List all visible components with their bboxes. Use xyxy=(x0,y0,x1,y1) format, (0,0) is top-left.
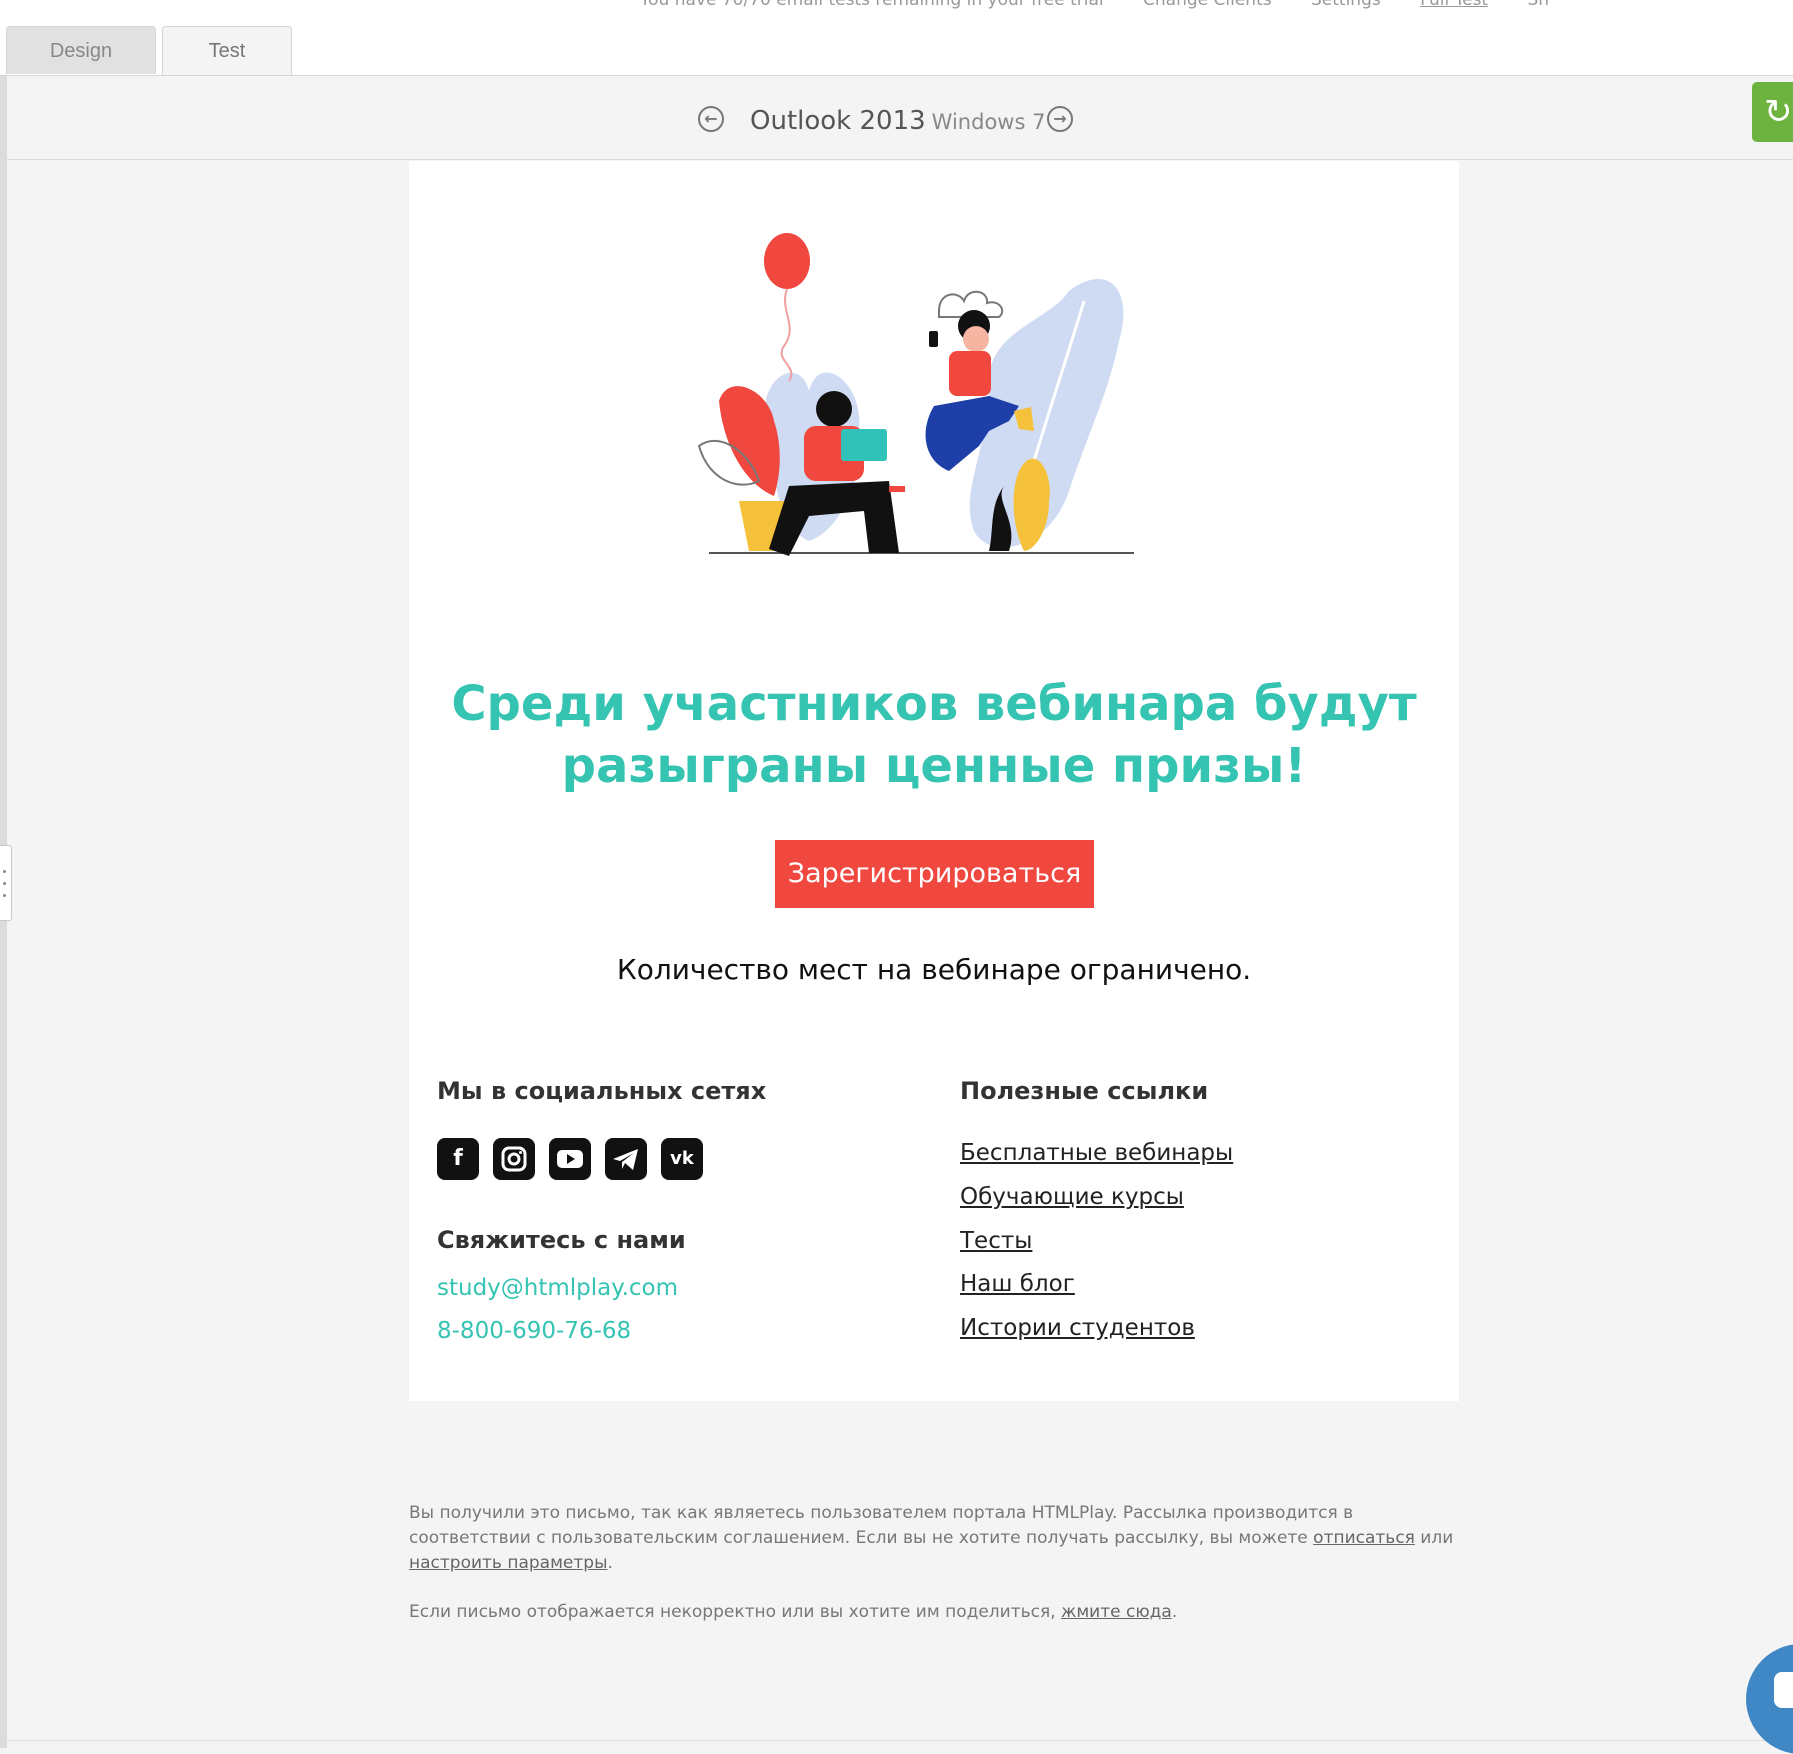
change-clients-link[interactable]: Change Clients xyxy=(1143,0,1272,10)
next-client-arrow-icon[interactable]: → xyxy=(1047,106,1073,132)
hero-illustration xyxy=(697,233,1134,556)
refresh-icon: ↻ xyxy=(1764,92,1793,132)
chat-icon xyxy=(1774,1672,1793,1708)
contact-heading: Свяжитесь с нами xyxy=(437,1226,686,1254)
tests-remaining-text: You have 70/70 email tests remaining in … xyxy=(640,0,1104,10)
register-button[interactable]: Зарегистрироваться xyxy=(775,840,1094,908)
contact-email-link[interactable]: study@htmlplay.com xyxy=(437,1275,678,1301)
divider-bottom xyxy=(7,1740,1793,1741)
facebook-icon[interactable]: f xyxy=(437,1138,479,1180)
links-heading: Полезные ссылки xyxy=(960,1077,1209,1105)
social-heading: Мы в социальных сетях xyxy=(437,1077,767,1105)
link-free-webinars[interactable]: Бесплатные вебинары xyxy=(960,1140,1233,1166)
tab-test[interactable]: Test xyxy=(162,26,292,76)
tab-design[interactable]: Design xyxy=(6,26,156,74)
contact-phone-link[interactable]: 8-800-690-76-68 xyxy=(437,1318,631,1344)
top-strip: You have 70/70 email tests remaining in … xyxy=(0,0,1793,76)
client-name: Outlook 2013 xyxy=(750,106,926,136)
panel-resize-handle[interactable] xyxy=(0,845,12,921)
client-os: Windows 7 xyxy=(931,110,1046,134)
settings-params-link[interactable]: настроить параметры xyxy=(409,1553,608,1573)
full-test-link[interactable]: Full Test xyxy=(1420,0,1488,10)
footer-notice: Вы получили это письмо, так как являетес… xyxy=(409,1501,1459,1576)
client-title: Outlook 2013 Windows 7 xyxy=(750,106,1045,137)
previous-client-arrow-icon[interactable]: ← xyxy=(698,106,724,132)
email-preview: Среди участников вебинара будут разыгран… xyxy=(409,161,1459,1401)
link-student-stories[interactable]: Истории студентов xyxy=(960,1315,1195,1341)
settings-link[interactable]: Settings xyxy=(1311,0,1381,10)
footer-text-mid: или xyxy=(1414,1528,1454,1548)
unsubscribe-link[interactable]: отписаться xyxy=(1313,1528,1415,1548)
vk-icon[interactable]: vk xyxy=(661,1138,703,1180)
limit-notice: Количество мест на вебинаре ограничено. xyxy=(616,953,1252,986)
link-tests[interactable]: Тесты xyxy=(960,1228,1032,1254)
top-info-bar: You have 70/70 email tests remaining in … xyxy=(640,0,1583,10)
telegram-icon[interactable] xyxy=(605,1138,647,1180)
link-blog[interactable]: Наш блог xyxy=(960,1271,1075,1297)
email-headline: Среди участников вебинара будут разыгран… xyxy=(451,676,1417,794)
link-courses[interactable]: Обучающие курсы xyxy=(960,1184,1184,1210)
footer-view-online: Если письмо отображается некорректно или… xyxy=(409,1600,1459,1625)
footer-text: Вы получили это письмо, так как являетес… xyxy=(409,1503,1354,1548)
footer-period-2: . xyxy=(1171,1602,1178,1622)
share-link[interactable]: Sh xyxy=(1528,0,1550,10)
chat-support-button[interactable] xyxy=(1746,1644,1793,1754)
youtube-icon[interactable] xyxy=(549,1138,591,1180)
refresh-button[interactable]: ↻ xyxy=(1752,82,1793,142)
footer-view-text: Если письмо отображается некорректно или… xyxy=(409,1602,1062,1622)
footer-period: . xyxy=(607,1553,613,1573)
view-online-link[interactable]: жмите сюда xyxy=(1061,1602,1172,1622)
instagram-icon[interactable] xyxy=(493,1138,535,1180)
